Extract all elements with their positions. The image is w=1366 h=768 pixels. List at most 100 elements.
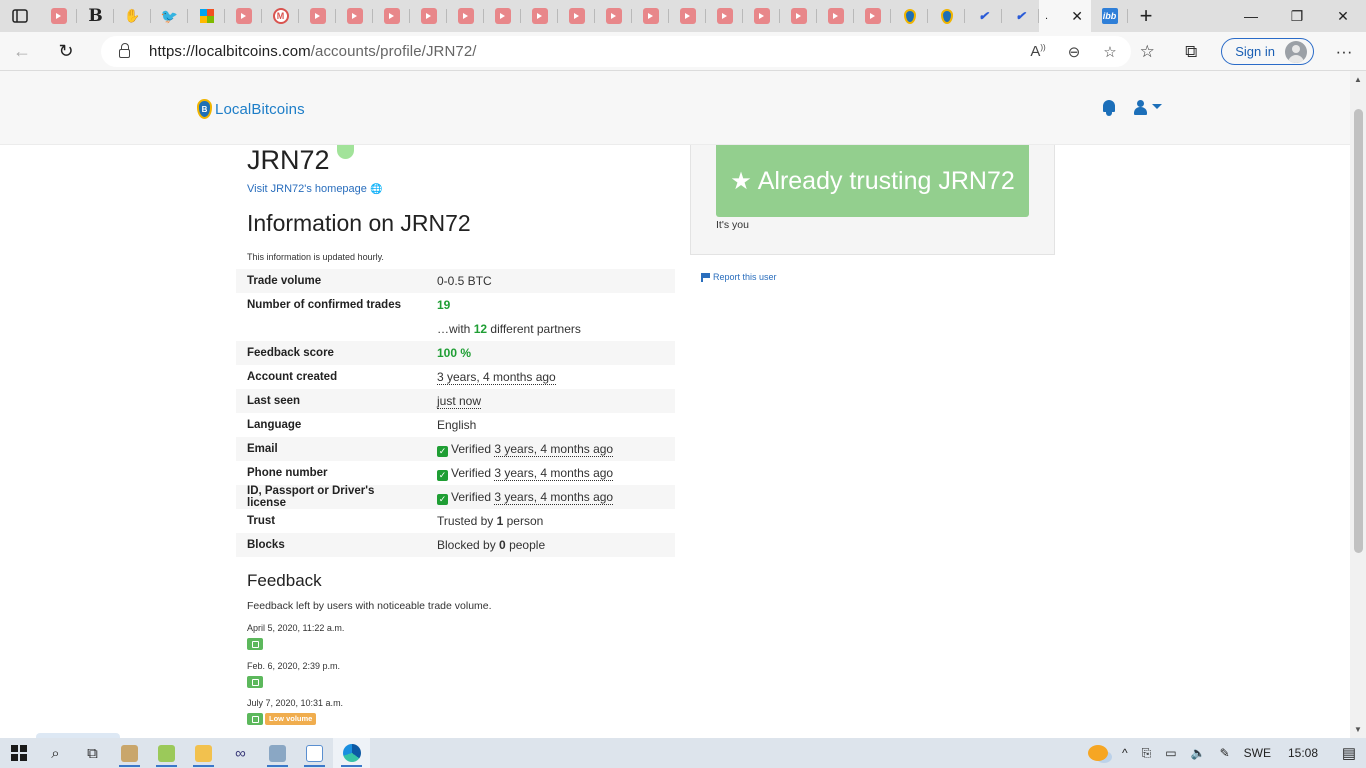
notifications-bell-icon[interactable] — [1101, 99, 1117, 116]
taskbar-app[interactable] — [148, 738, 185, 768]
browser-tab[interactable] — [854, 0, 891, 32]
browser-tab[interactable]: M — [262, 0, 299, 32]
feedback-item: Feb. 6, 2020, 2:39 p.m. — [247, 661, 340, 690]
already-trusting-button[interactable]: ★ Already trusting JRN72 — [716, 145, 1029, 217]
notification-center-icon[interactable]: ▤ — [1332, 744, 1366, 762]
read-aloud-icon[interactable]: A)) — [1027, 43, 1049, 60]
volume-icon[interactable]: 🔈 — [1184, 746, 1213, 760]
taskbar-app[interactable]: ∞ — [222, 738, 259, 768]
profile-info-table: Trade volume 0-0.5 BTC Number of confirm… — [236, 269, 675, 557]
browser-tab[interactable] — [669, 0, 706, 32]
active-tab-title: . — [1045, 10, 1049, 22]
tab-actions-button[interactable] — [0, 0, 40, 32]
browser-tab[interactable] — [40, 0, 77, 32]
browser-tab[interactable] — [484, 0, 521, 32]
pen-icon[interactable]: ✎ — [1213, 746, 1237, 760]
app-icon — [121, 744, 138, 762]
its-you-note: It's you — [716, 219, 749, 231]
browser-tab[interactable]: ✋ — [114, 0, 151, 32]
user-menu-icon[interactable] — [1133, 99, 1163, 116]
taskbar-app-edge[interactable] — [333, 738, 370, 768]
row-label: ID, Passport or Driver's license — [236, 485, 426, 509]
report-user-link[interactable]: Report this user — [701, 272, 777, 282]
taskbar-app[interactable] — [185, 738, 222, 768]
search-button[interactable]: ⌕ — [37, 738, 74, 768]
scrollbar-thumb[interactable] — [1354, 109, 1363, 553]
taskbar-app[interactable] — [111, 738, 148, 768]
browser-tab[interactable] — [299, 0, 336, 32]
brand-logo[interactable]: B LocalBitcoins — [197, 99, 305, 119]
reload-button[interactable]: ↻ — [44, 32, 88, 71]
taskbar-app[interactable] — [296, 738, 333, 768]
more-menu-icon[interactable]: ··· — [1322, 42, 1366, 62]
table-row: …with 12 different partners — [236, 317, 675, 341]
browser-tab[interactable]: ✔ — [1002, 0, 1039, 32]
browser-tab[interactable]: 🐦 — [151, 0, 188, 32]
taskbar-app[interactable] — [259, 738, 296, 768]
page-viewport: B LocalBitcoins JRN72 Visit JRN72's home… — [0, 71, 1350, 738]
row-value: Blocked by 0 people — [426, 533, 675, 557]
browser-tab[interactable] — [188, 0, 225, 32]
browser-tab[interactable] — [891, 0, 928, 32]
notepad-icon — [158, 744, 175, 762]
new-tab-button[interactable]: + — [1128, 3, 1164, 29]
row-value: Trusted by 1 person — [437, 514, 544, 528]
favorites-icon[interactable]: ☆ — [1125, 42, 1169, 62]
photos-icon — [269, 744, 286, 762]
scroll-up-arrow-icon[interactable]: ▲ — [1354, 75, 1362, 84]
collections-icon[interactable]: ⧉ — [1169, 42, 1213, 62]
row-label: Feedback score — [236, 341, 426, 365]
imgbb-icon: ibb — [1101, 8, 1118, 24]
browser-tab[interactable]: B — [77, 0, 114, 32]
browser-tab[interactable]: ✔ — [965, 0, 1002, 32]
windows-taskbar: ⌕ ⧉ ∞ ^ ⎘ ▭ 🔈 ✎ SWE 15:08 ▤ — [0, 738, 1366, 768]
clock[interactable]: 15:08 — [1278, 746, 1332, 760]
browser-tab[interactable] — [225, 0, 262, 32]
zoom-out-icon[interactable]: ⊖ — [1063, 43, 1085, 61]
add-favorite-icon[interactable]: ☆ — [1099, 43, 1121, 61]
browser-tab[interactable] — [410, 0, 447, 32]
browser-tab[interactable] — [373, 0, 410, 32]
url-field[interactable]: https://localbitcoins.com/accounts/profi… — [101, 36, 1131, 67]
minimize-button[interactable]: — — [1228, 0, 1274, 32]
row-label: Trade volume — [236, 269, 426, 293]
browser-tab[interactable] — [632, 0, 669, 32]
sign-in-button[interactable]: Sign in — [1221, 38, 1314, 65]
tab-actions-icon — [12, 9, 28, 23]
browser-tab[interactable] — [336, 0, 373, 32]
row-label: Language — [247, 419, 302, 431]
close-window-button[interactable]: ✕ — [1320, 0, 1366, 32]
language-indicator[interactable]: SWE — [1237, 746, 1278, 760]
display-icon[interactable]: ▭ — [1158, 746, 1183, 760]
browser-tab[interactable] — [558, 0, 595, 32]
back-button[interactable]: ← — [0, 32, 44, 71]
row-label: Last seen — [236, 389, 426, 413]
active-browser-tab[interactable]: . ✕ — [1039, 0, 1091, 32]
weather-widget[interactable] — [1081, 745, 1115, 761]
row-value: ✓ Verified 3 years, 4 months ago — [426, 437, 675, 461]
browser-tab[interactable] — [595, 0, 632, 32]
homepage-link[interactable]: Visit JRN72's homepage 🌐 — [247, 183, 382, 195]
table-row: Blocks Blocked by 0 people — [236, 533, 675, 557]
updated-note: This information is updated hourly. — [247, 252, 384, 262]
table-row: Phone number ✓ Verified 3 years, 4 months… — [236, 461, 675, 485]
hands-icon: ✋ — [124, 8, 141, 23]
browser-tab[interactable] — [706, 0, 743, 32]
start-button[interactable] — [0, 738, 37, 768]
show-hidden-icons-button[interactable]: ^ — [1115, 746, 1135, 760]
network-icon[interactable]: ⎘ — [1135, 746, 1159, 761]
browser-tab[interactable] — [817, 0, 854, 32]
browser-tab[interactable] — [447, 0, 484, 32]
page-scrollbar[interactable]: ▲ ▼ — [1350, 71, 1366, 738]
windows-logo-icon — [10, 745, 27, 761]
close-tab-icon[interactable]: ✕ — [1071, 8, 1083, 25]
task-view-button[interactable]: ⧉ — [74, 738, 111, 768]
browser-tab[interactable] — [928, 0, 965, 32]
browser-tab[interactable] — [521, 0, 558, 32]
browser-tab[interactable]: ibb — [1091, 0, 1128, 32]
restore-button[interactable]: ❐ — [1274, 0, 1320, 32]
feedback-note: Feedback left by users with noticeable t… — [247, 600, 492, 612]
scroll-down-arrow-icon[interactable]: ▼ — [1354, 725, 1362, 734]
browser-tab[interactable] — [743, 0, 780, 32]
browser-tab[interactable] — [780, 0, 817, 32]
